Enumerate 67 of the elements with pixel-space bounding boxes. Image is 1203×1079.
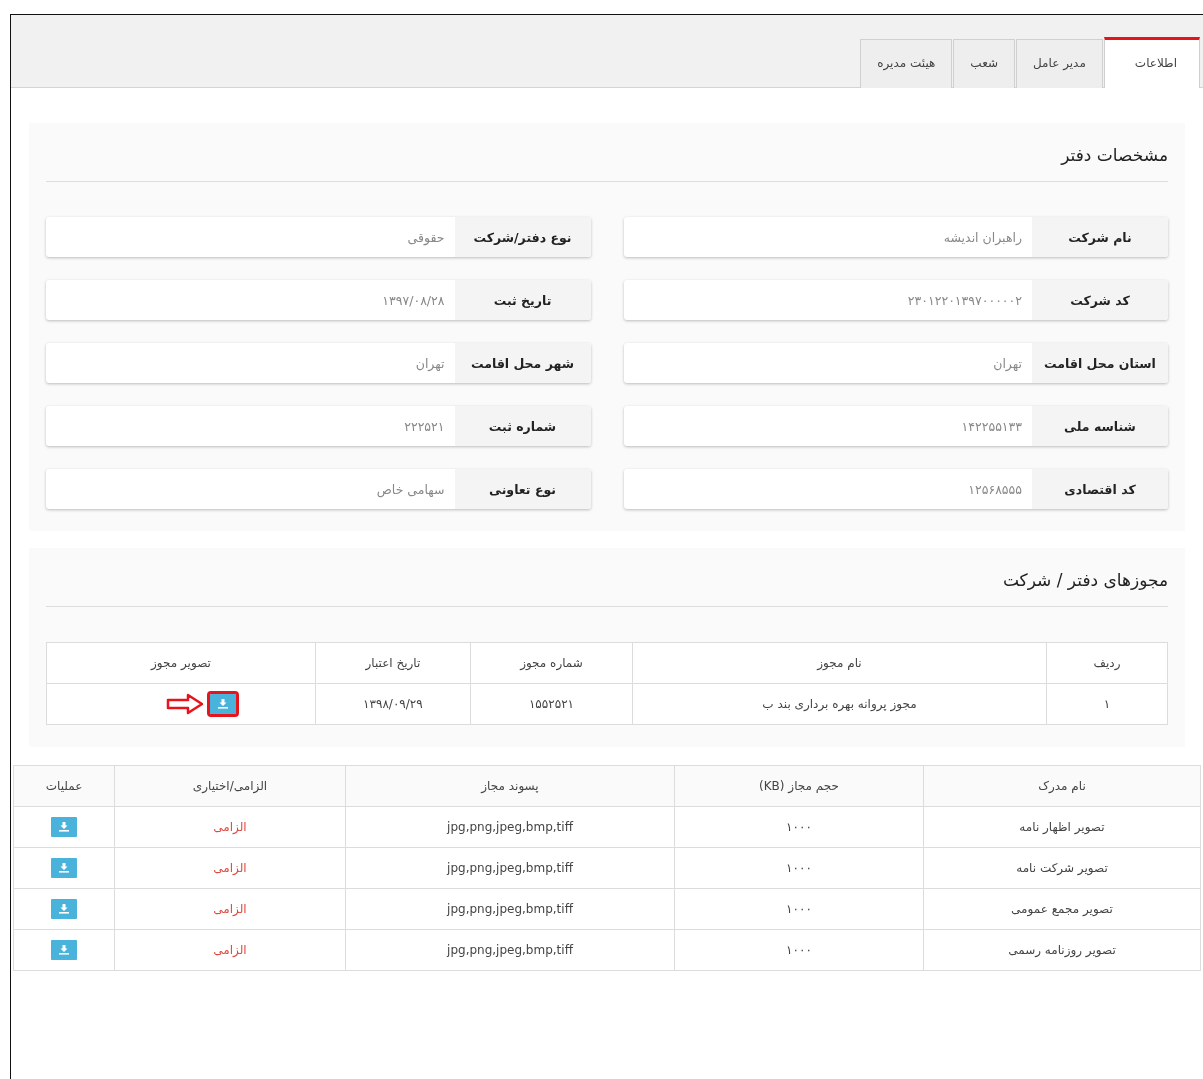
field-label: کد اقتصادی bbox=[1032, 469, 1168, 509]
column-header: پسوند مجاز bbox=[345, 765, 675, 807]
download-icon bbox=[216, 699, 229, 709]
table-cell: ۱۵۵۲۵۲۱ bbox=[470, 683, 633, 725]
field-value: ۱۲۵۶۸۵۵۵ bbox=[967, 480, 1023, 499]
table-cell: jpg,png,jpeg,bmp,tiff bbox=[345, 806, 675, 848]
column-header: الزامی/اختیاری bbox=[114, 765, 346, 807]
field-value: ۲۲۲۵۲۱ bbox=[403, 417, 446, 436]
field-label: شهر محل اقامت bbox=[454, 343, 591, 383]
table-cell: ۱۰۰۰ bbox=[674, 929, 924, 971]
table-cell: تصویر مجمع عمومی bbox=[923, 888, 1201, 930]
column-header: تصویر مجوز bbox=[46, 642, 316, 684]
tab[interactable]: اطلاعات bbox=[1103, 37, 1200, 88]
tab[interactable]: مدیر عامل bbox=[1016, 39, 1103, 88]
download-icon bbox=[58, 904, 70, 914]
field-value: تهران bbox=[414, 354, 446, 373]
field-value: ۱۳۹۷/۰۸/۲۸ bbox=[381, 291, 446, 310]
download-button[interactable] bbox=[51, 940, 77, 960]
table-cell: ۱۰۰۰ bbox=[674, 888, 924, 930]
table-cell: الزامی bbox=[114, 888, 346, 930]
field-value: تهران bbox=[992, 354, 1023, 374]
field-value: ۱۴۲۲۵۵۱۳۳ bbox=[960, 417, 1023, 436]
table-cell: ۱۳۹۸/۰۹/۲۹ bbox=[315, 683, 471, 725]
table-cell: jpg,png,jpeg,bmp,tiff bbox=[345, 929, 675, 971]
field-label: تاریخ ثبت bbox=[454, 280, 591, 320]
table-cell: ۱۰۰۰ bbox=[674, 847, 924, 889]
download-button[interactable] bbox=[209, 694, 236, 714]
field-value: راهبران اندیشه bbox=[942, 228, 1023, 247]
table-cell: الزامی bbox=[114, 929, 346, 971]
table-cell: مجوز پروانه بهره برداری بند ب bbox=[632, 683, 1047, 725]
download-button[interactable] bbox=[51, 858, 77, 878]
section-title: مشخصات دفتر bbox=[1059, 145, 1168, 167]
table-cell: الزامی bbox=[114, 847, 346, 889]
download-icon bbox=[58, 822, 70, 832]
tab[interactable]: شعب bbox=[953, 39, 1015, 88]
download-icon bbox=[58, 863, 70, 873]
column-header: ردیف bbox=[1046, 642, 1168, 684]
download-button[interactable] bbox=[51, 817, 77, 837]
tab[interactable]: هیئت مدیره bbox=[860, 39, 953, 88]
field-value: سهامی خاص bbox=[375, 480, 446, 500]
table-cell: الزامی bbox=[114, 806, 346, 848]
table-cell: تصویر روزنامه رسمی bbox=[923, 929, 1201, 971]
section-title: مجوزهای دفتر / شرکت bbox=[1001, 570, 1168, 592]
column-header: عملیات bbox=[13, 765, 115, 807]
field-value: ۲۳۰۱۲۲۰۱۳۹۷۰۰۰۰۰۲ bbox=[906, 291, 1023, 310]
download-icon bbox=[58, 945, 70, 955]
field-value: حقوقی bbox=[406, 228, 446, 248]
table-cell: jpg,png,jpeg,bmp,tiff bbox=[345, 888, 675, 930]
field-label: نوع دفتر/شرکت bbox=[454, 217, 591, 257]
field-label: شماره ثبت bbox=[454, 406, 591, 446]
column-header: نام مدرک bbox=[923, 765, 1201, 807]
arrow-icon bbox=[165, 693, 204, 715]
column-header: شماره مجوز bbox=[470, 642, 633, 684]
table-cell: تصویر اظهار نامه bbox=[923, 806, 1201, 848]
column-header: نام مجوز bbox=[632, 642, 1047, 684]
field-label: نوع تعاونی bbox=[454, 469, 591, 509]
field-label: کد شرکت bbox=[1032, 280, 1168, 320]
table-cell: تصویر شرکت نامه bbox=[923, 847, 1201, 889]
download-button[interactable] bbox=[51, 899, 77, 919]
field-label: نام شرکت bbox=[1032, 217, 1168, 257]
table-cell: jpg,png,jpeg,bmp,tiff bbox=[345, 847, 675, 889]
field-label: استان محل اقامت bbox=[1032, 343, 1168, 383]
table-cell: ۱ bbox=[1046, 683, 1168, 725]
column-header: تاریخ اعتبار bbox=[315, 642, 471, 684]
column-header: حجم مجاز (KB) bbox=[674, 765, 924, 807]
field-label: شناسه ملی bbox=[1032, 406, 1168, 446]
table-cell: ۱۰۰۰ bbox=[674, 806, 924, 848]
